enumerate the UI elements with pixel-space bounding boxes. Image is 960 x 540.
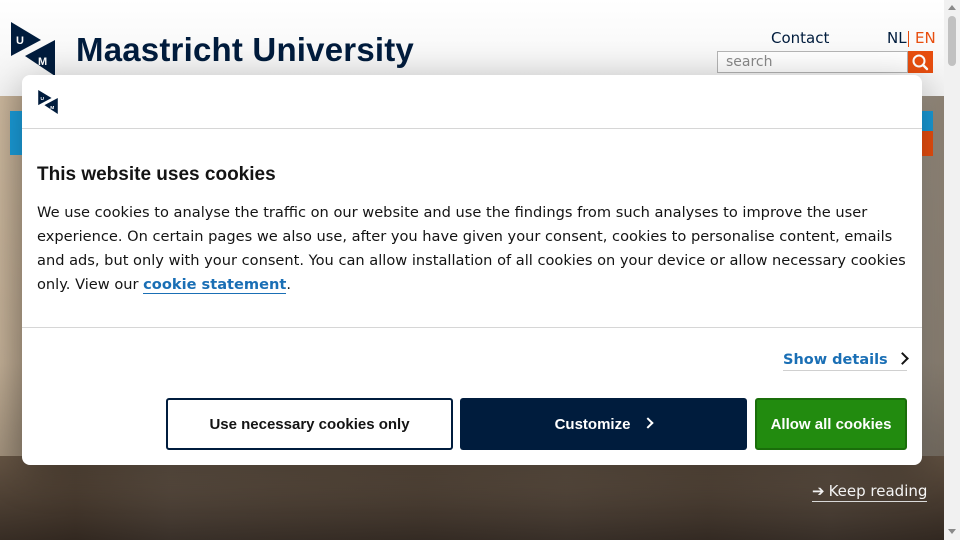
um-logo-icon: U M	[38, 90, 58, 114]
language-nl-link[interactable]: NL	[887, 29, 907, 47]
vertical-scrollbar[interactable]	[944, 0, 960, 540]
dialog-divider	[22, 327, 922, 328]
site-title[interactable]: Maastricht University	[76, 31, 414, 69]
scroll-down-arrow-icon[interactable]	[948, 529, 956, 534]
dialog-body-end: .	[286, 276, 292, 293]
contact-link[interactable]: Contact	[771, 29, 829, 47]
search-input[interactable]	[718, 52, 911, 72]
search-button[interactable]	[908, 51, 933, 73]
um-logo-icon[interactable]: U M	[11, 22, 55, 76]
dialog-body: We use cookies to analyse the traffic on…	[37, 201, 907, 297]
show-details-label: Show details	[783, 352, 888, 368]
allow-all-cookies-label: Allow all cookies	[770, 415, 892, 433]
use-necessary-cookies-label: Use necessary cookies only	[209, 415, 410, 433]
svg-text:U: U	[16, 35, 24, 47]
svg-text:M: M	[50, 105, 54, 111]
svg-text:M: M	[38, 56, 47, 68]
keep-reading-link[interactable]: ➔ Keep reading	[812, 482, 928, 502]
page: U M Maastricht University Contact NL EN …	[0, 0, 944, 540]
cookie-consent-dialog: U M This website uses cookies We use coo…	[22, 75, 922, 465]
customize-label: Customize	[554, 415, 631, 433]
customize-button[interactable]: Customize	[460, 398, 747, 450]
show-details-link[interactable]: Show details	[783, 352, 909, 371]
dialog-header: U M	[22, 75, 922, 129]
cookie-statement-link[interactable]: cookie statement	[143, 276, 287, 294]
allow-all-cookies-button[interactable]: Allow all cookies	[755, 398, 907, 450]
language-en-link[interactable]: EN	[915, 29, 936, 47]
dialog-title: This website uses cookies	[37, 164, 276, 185]
keep-reading-label: Keep reading	[828, 482, 928, 500]
arrow-right-icon: ➔	[812, 482, 825, 500]
search-icon	[912, 54, 929, 71]
use-necessary-cookies-button[interactable]: Use necessary cookies only	[166, 398, 453, 450]
scroll-up-arrow-icon[interactable]	[948, 5, 956, 10]
svg-text:U: U	[40, 96, 44, 102]
chevron-right-icon	[895, 352, 909, 365]
language-separator	[908, 31, 909, 47]
hero-floor	[0, 456, 944, 540]
search-box	[717, 51, 911, 73]
scrollbar-thumb[interactable]	[948, 16, 956, 66]
chevron-right-icon	[642, 417, 655, 429]
